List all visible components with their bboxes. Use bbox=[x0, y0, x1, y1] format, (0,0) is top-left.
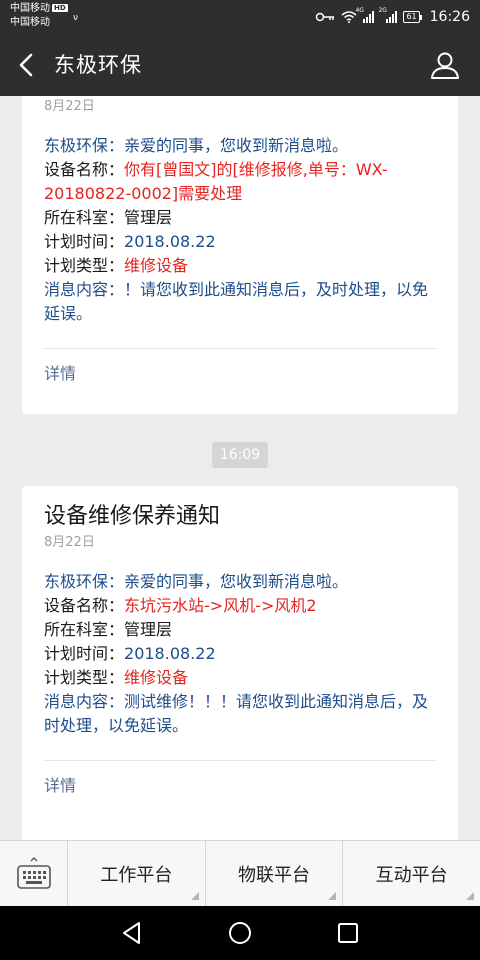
message-line: 所在科室：管理层 bbox=[44, 618, 436, 642]
message-line: 所在科室：管理层 bbox=[44, 206, 436, 230]
message-line: 东极环保：亲爱的同事，您收到新消息啦。 bbox=[44, 570, 436, 594]
chevron-left-icon bbox=[19, 53, 33, 77]
line-label: 所在科室： bbox=[44, 620, 125, 639]
card-date: 8月22日 bbox=[44, 535, 95, 550]
menu-item-iot-platform[interactable]: 物联平台 bbox=[206, 841, 344, 906]
line-value: 亲爱的同事，您收到新消息啦。 bbox=[124, 136, 349, 155]
carrier-2: 中国移动 bbox=[10, 17, 50, 28]
message-line: 计划时间：2018.08.22 bbox=[44, 230, 436, 254]
carrier-1: 中国移动 HD bbox=[10, 3, 68, 15]
line-value: 东坑污水站->风机->风机2 bbox=[124, 596, 317, 615]
keyboard-toggle-button[interactable] bbox=[0, 841, 68, 906]
signal-icon-1: 4G bbox=[355, 7, 375, 23]
message-line: 计划类型：维修设备 bbox=[44, 254, 436, 278]
signal-icon-2: 2G bbox=[378, 7, 398, 23]
line-value: 维修设备 bbox=[124, 256, 189, 275]
network-type-1: 4G bbox=[355, 7, 364, 14]
message-card: 8月22日 东极环保：亲爱的同事，您收到新消息啦。 设备名称：你有[曾国文]的[… bbox=[22, 96, 458, 414]
status-icons: 4G 2G 61 16:26 bbox=[315, 0, 470, 34]
line-label: 消息内容： bbox=[44, 692, 125, 711]
system-recents-button[interactable] bbox=[334, 919, 362, 947]
message-body: 东极环保：亲爱的同事，您收到新消息啦。 设备名称：你有[曾国文]的[维修报修,单… bbox=[44, 134, 436, 326]
time-separator: 16:09 bbox=[212, 442, 268, 468]
person-icon bbox=[431, 52, 459, 79]
battery-icon: 61 bbox=[403, 11, 422, 23]
message-list[interactable]: 8月22日 东极环保：亲爱的同事，您收到新消息啦。 设备名称：你有[曾国文]的[… bbox=[0, 96, 480, 840]
profile-button[interactable] bbox=[428, 48, 462, 82]
line-label: 计划类型： bbox=[44, 668, 125, 687]
line-label: 东极环保： bbox=[44, 136, 125, 155]
detail-link[interactable]: 详情 bbox=[44, 349, 436, 401]
menu-item-work-platform[interactable]: 工作平台 bbox=[68, 841, 206, 906]
line-value: 管理层 bbox=[124, 208, 173, 227]
hd-badge: HD bbox=[52, 4, 68, 12]
message-body: 东极环保：亲爱的同事，您收到新消息啦。 设备名称：东坑污水站->风机->风机2 … bbox=[44, 570, 436, 738]
message-line: 东极环保：亲爱的同事，您收到新消息啦。 bbox=[44, 134, 436, 158]
message-card: 设备维修保养通知 8月22日 东极环保：亲爱的同事，您收到新消息啦。 设备名称：… bbox=[22, 486, 458, 840]
message-line: 消息内容：！请您收到此通知消息后，及时处理，以免延误。 bbox=[44, 278, 436, 326]
system-nav-bar bbox=[0, 906, 480, 960]
header-bar: 东极环保 bbox=[0, 34, 480, 96]
line-value: 亲爱的同事，您收到新消息啦。 bbox=[124, 572, 349, 591]
line-label: 所在科室： bbox=[44, 208, 125, 227]
line-label: 计划时间： bbox=[44, 232, 125, 251]
system-home-button[interactable] bbox=[226, 919, 254, 947]
message-line: 消息内容：测试维修！！！请您收到此通知消息后，及时处理，以免延误。 bbox=[44, 690, 436, 738]
data-indicator: ν bbox=[73, 13, 79, 23]
back-button[interactable] bbox=[12, 49, 44, 81]
key-icon bbox=[316, 12, 335, 22]
recents-square-icon bbox=[338, 923, 358, 943]
menu-item-interaction-platform[interactable]: 互动平台 bbox=[343, 841, 480, 906]
bottom-menu: 工作平台 物联平台 互动平台 bbox=[0, 840, 480, 906]
line-value: 管理层 bbox=[124, 620, 173, 639]
line-label: 消息内容： bbox=[44, 280, 125, 299]
back-triangle-icon bbox=[123, 922, 140, 944]
line-value: 2018.08.22 bbox=[124, 644, 216, 663]
line-label: 设备名称： bbox=[44, 160, 125, 179]
line-value: 维修设备 bbox=[124, 668, 189, 687]
carrier-1-label: 中国移动 bbox=[10, 3, 50, 14]
home-circle-icon bbox=[229, 922, 251, 944]
page-title: 东极环保 bbox=[54, 53, 142, 77]
status-time: 16:26 bbox=[429, 9, 470, 25]
detail-link[interactable]: 详情 bbox=[44, 761, 436, 813]
system-back-button[interactable] bbox=[118, 919, 146, 947]
line-value: 2018.08.22 bbox=[124, 232, 216, 251]
message-line: 计划时间：2018.08.22 bbox=[44, 642, 436, 666]
line-label: 计划类型： bbox=[44, 256, 125, 275]
keyboard-icon bbox=[16, 856, 51, 889]
message-line: 计划类型：维修设备 bbox=[44, 666, 436, 690]
status-bar: 中国移动 HD 中国移动 ν 4G 2G 61 16:26 bbox=[0, 0, 480, 34]
card-date: 8月22日 bbox=[44, 99, 95, 114]
message-line: 设备名称：东坑污水站->风机->风机2 bbox=[44, 594, 436, 618]
message-line: 设备名称：你有[曾国文]的[维修报修,单号：WX-20180822-0002]需… bbox=[44, 158, 436, 206]
line-label: 东极环保： bbox=[44, 572, 125, 591]
line-label: 设备名称： bbox=[44, 596, 125, 615]
card-title: 设备维修保养通知 bbox=[44, 504, 221, 529]
network-type-2: 2G bbox=[378, 7, 387, 14]
line-label: 计划时间： bbox=[44, 644, 125, 663]
